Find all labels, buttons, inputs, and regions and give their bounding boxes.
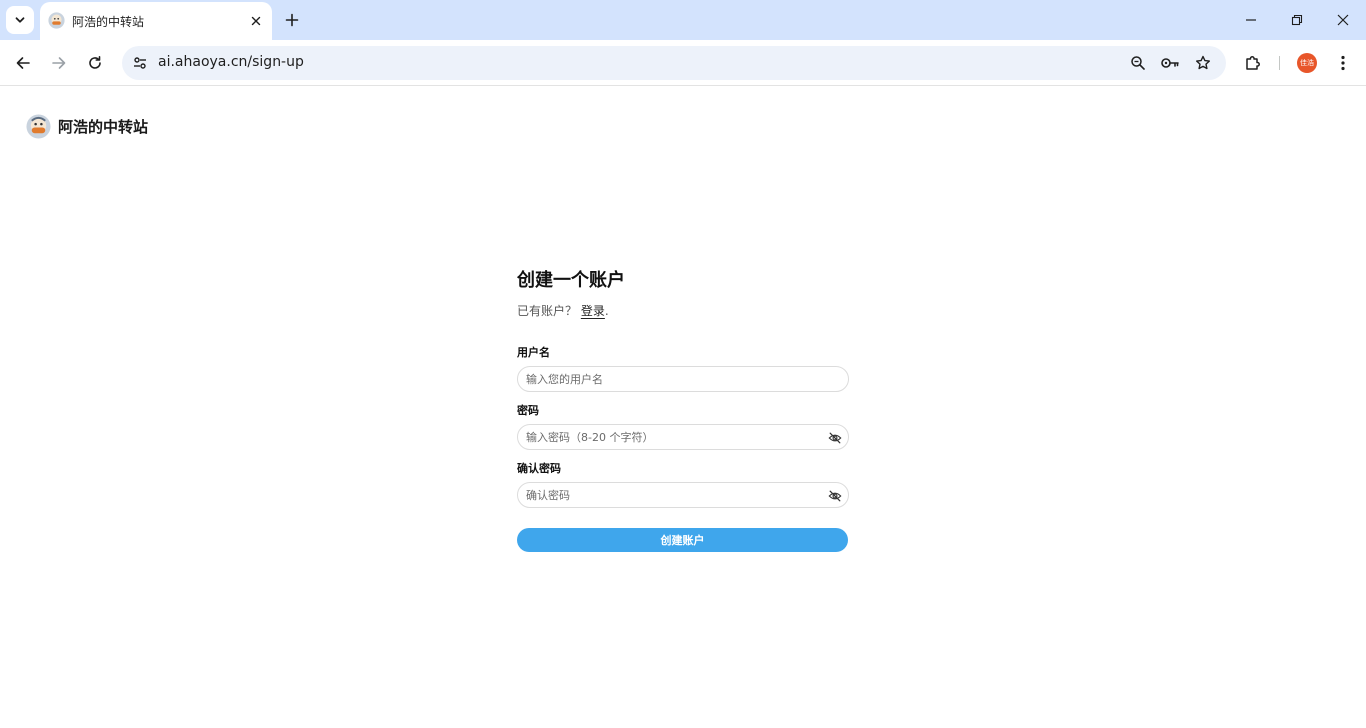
confirm-password-input[interactable] [526, 486, 816, 504]
tab-close-button[interactable] [246, 11, 266, 31]
key-icon [1161, 58, 1179, 68]
puzzle-icon [1246, 56, 1260, 70]
toolbar-separator [1279, 56, 1280, 70]
site-logo-icon [26, 113, 51, 139]
create-account-button[interactable]: 创建账户 [517, 528, 848, 552]
browser-toolbar: ai.ahaoya.cn/sign-up 佳浩 [0, 40, 1366, 86]
reload-icon [89, 56, 101, 69]
login-link[interactable]: 登录 [581, 304, 605, 318]
site-favicon-icon [48, 12, 65, 29]
plus-icon [285, 13, 299, 27]
restore-icon [1291, 14, 1303, 26]
new-tab-button[interactable] [280, 8, 304, 32]
have-account-text: 已有账户？ [517, 304, 578, 318]
kebab-menu-icon [1341, 55, 1345, 71]
browser-menu-button[interactable] [1329, 49, 1357, 77]
arrow-right-icon [52, 57, 66, 69]
password-visibility-toggle[interactable] [826, 429, 844, 447]
eye-off-icon [828, 490, 842, 502]
signup-form: 创建一个账户 已有账户？ 登录. 用户名 密码 确认密码 创建账户 [517, 268, 849, 552]
password-manager-button[interactable] [1158, 51, 1182, 75]
zoom-button[interactable] [1126, 51, 1150, 75]
site-name: 阿浩的中转站 [58, 117, 149, 136]
extensions-button[interactable] [1239, 49, 1267, 77]
username-field[interactable] [517, 366, 849, 392]
url-text[interactable]: ai.ahaoya.cn/sign-up [158, 54, 304, 70]
arrow-left-icon [16, 57, 30, 69]
reload-button[interactable] [81, 49, 109, 77]
tab-search-button[interactable] [6, 6, 34, 34]
confirm-password-field[interactable] [517, 482, 849, 508]
bookmark-button[interactable] [1191, 51, 1215, 75]
tune-icon [134, 57, 146, 69]
confirm-password-label: 确认密码 [517, 462, 561, 475]
minimize-button[interactable] [1233, 6, 1269, 34]
close-icon [251, 16, 261, 26]
back-button[interactable] [9, 49, 37, 77]
tab-strip: 阿浩的中转站 [0, 0, 1366, 40]
active-tab[interactable]: 阿浩的中转站 [40, 2, 272, 40]
address-bar[interactable]: ai.ahaoya.cn/sign-up [122, 46, 1226, 80]
close-icon [1337, 14, 1349, 26]
profile-avatar[interactable]: 佳浩 [1297, 53, 1317, 73]
username-input[interactable] [526, 370, 816, 388]
form-title: 创建一个账户 [517, 270, 625, 291]
site-info-button[interactable] [128, 51, 152, 75]
tab-title: 阿浩的中转站 [72, 15, 145, 29]
site-brand[interactable]: 阿浩的中转站 [26, 113, 148, 139]
password-input[interactable] [526, 428, 816, 446]
zoom-icon [1131, 56, 1145, 70]
password-field[interactable] [517, 424, 849, 450]
login-prompt: 已有账户？ 登录. [517, 302, 849, 320]
star-icon [1196, 55, 1210, 70]
forward-button[interactable] [45, 49, 73, 77]
login-suffix: . [604, 304, 609, 318]
minimize-icon [1246, 19, 1256, 21]
eye-off-icon [828, 432, 842, 444]
confirm-password-visibility-toggle[interactable] [826, 487, 844, 505]
password-label: 密码 [517, 404, 539, 417]
close-window-button[interactable] [1325, 6, 1361, 34]
restore-button[interactable] [1279, 6, 1315, 34]
chevron-down-icon [15, 17, 25, 23]
username-label: 用户名 [517, 346, 550, 359]
